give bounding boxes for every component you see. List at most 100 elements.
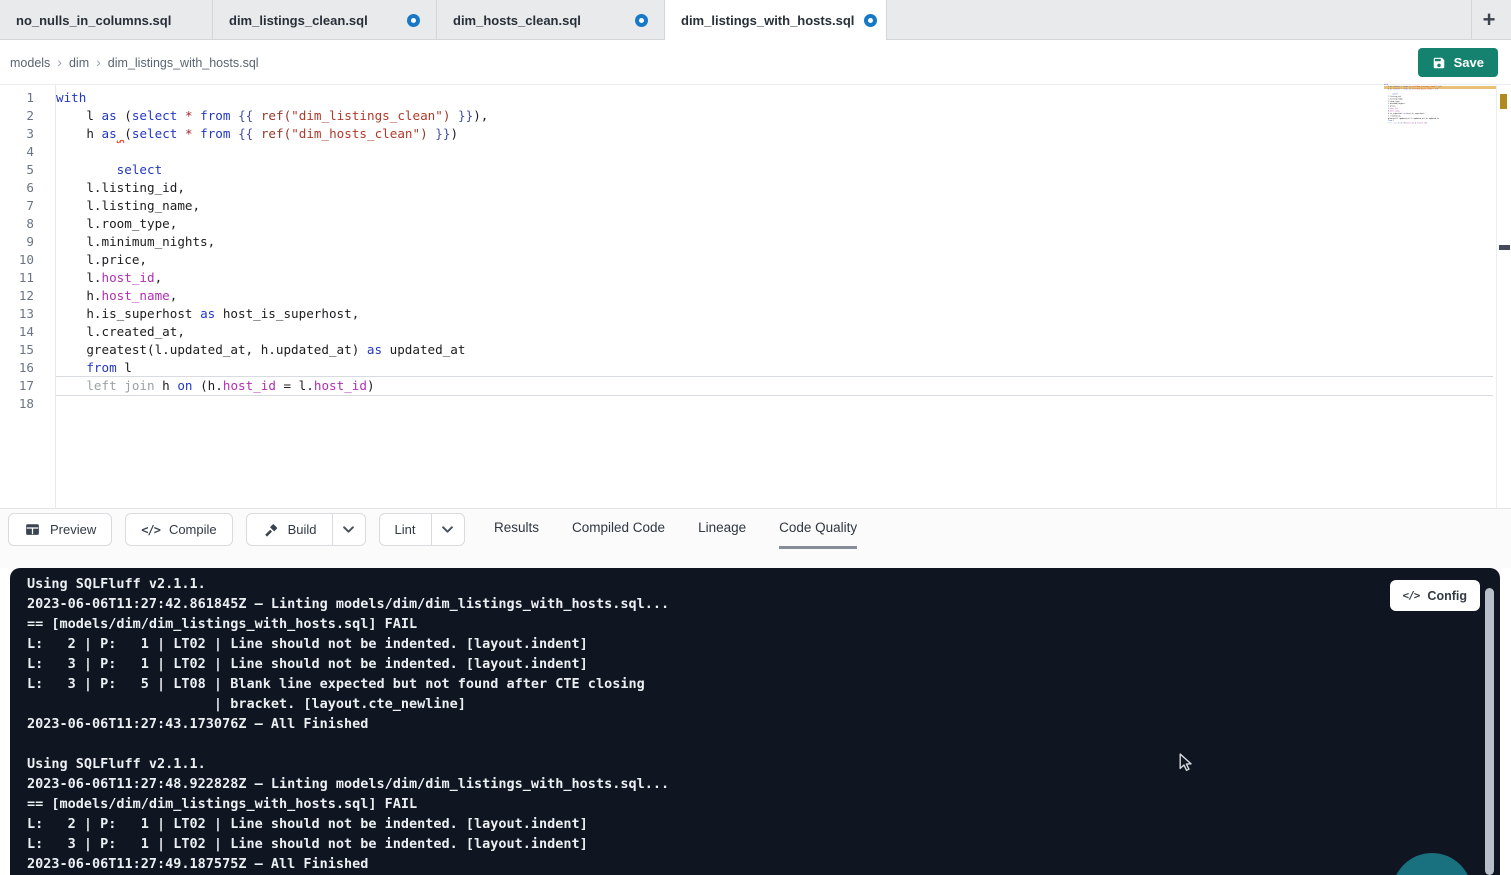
code-line[interactable]: [56, 143, 1493, 161]
terminal-scrollbar[interactable]: [1485, 588, 1494, 875]
build-button-group: Build: [246, 513, 366, 546]
warning-marker: [1500, 94, 1507, 109]
line-number: 7: [0, 197, 55, 215]
scroll-position-marker: [1499, 245, 1510, 250]
chevron-down-icon: [343, 526, 354, 533]
breadcrumb-item: models: [10, 56, 50, 70]
line-number: 13: [0, 305, 55, 323]
preview-button[interactable]: Preview: [8, 513, 112, 546]
code-line[interactable]: l.listing_id,: [56, 179, 1493, 197]
config-button[interactable]: </> Config: [1390, 580, 1480, 611]
table-icon: [24, 521, 41, 538]
line-number: 9: [0, 233, 55, 251]
breadcrumb-item: dim: [69, 56, 89, 70]
editor-tab[interactable]: dim_hosts_clean.sql: [437, 0, 665, 40]
build-button[interactable]: Build: [247, 514, 332, 545]
lint-output-terminal: Using SQLFluff v2.1.1.2023-06-06T11:27:4…: [10, 568, 1500, 875]
line-number: 18: [0, 395, 55, 413]
terminal-line: 2023-06-06T11:27:48.922828Z — Linting mo…: [27, 774, 1500, 794]
panel-tab-list: Results Compiled Code Lineage Code Quality: [494, 509, 857, 549]
compile-button[interactable]: </> Compile: [125, 513, 232, 546]
panel-tab[interactable]: Compiled Code: [572, 509, 665, 549]
unsaved-dot-icon: [407, 14, 420, 27]
panel-tab[interactable]: Code Quality: [779, 509, 857, 549]
line-number: 5: [0, 161, 55, 179]
new-tab-button[interactable]: +: [1473, 4, 1505, 36]
code-line[interactable]: left join h on (h.host_id = l.host_id): [56, 377, 1493, 395]
code-line[interactable]: h.is_superhost as host_is_superhost,: [56, 305, 1493, 323]
terminal-line: 2023-06-06T11:27:42.861845Z — Linting mo…: [27, 594, 1500, 614]
preview-label: Preview: [50, 522, 96, 537]
build-label: Build: [288, 522, 317, 537]
line-number: 6: [0, 179, 55, 197]
code-line[interactable]: [56, 395, 1493, 413]
file-header-bar: models›dim›dim_listings_with_hosts.sql S…: [0, 40, 1511, 85]
line-number: 12: [0, 287, 55, 305]
code-line[interactable]: l.listing_name,: [56, 197, 1493, 215]
tabbar-divider: [1471, 0, 1472, 40]
code-content[interactable]: with l as (select * from {{ ref("dim_lis…: [56, 89, 1493, 413]
save-label: Save: [1454, 55, 1484, 70]
code-line[interactable]: l.created_at,: [56, 323, 1493, 341]
code-line[interactable]: l as (select * from {{ ref("dim_listings…: [56, 107, 1493, 125]
build-dropdown-button[interactable]: [332, 514, 365, 545]
line-number: 11: [0, 269, 55, 287]
terminal-line: L: 3 | P: 1 | LT02 | Line should not be …: [27, 834, 1500, 854]
terminal-line: | bracket. [layout.cte_newline]: [27, 694, 1500, 714]
code-line[interactable]: [1384, 124, 1496, 126]
config-label: Config: [1427, 589, 1467, 603]
line-number: 17: [0, 377, 55, 395]
tab-label: dim_listings_clean.sql: [229, 13, 368, 28]
action-toolbar: Preview </> Compile Build Lint: [8, 513, 465, 546]
panel-tab[interactable]: Results: [494, 509, 539, 549]
plus-icon: +: [1483, 9, 1496, 31]
editor-tab[interactable]: dim_listings_with_hosts.sql: [665, 0, 887, 40]
save-button[interactable]: Save: [1418, 48, 1498, 77]
breadcrumb-separator-icon: ›: [96, 54, 101, 70]
hammer-icon: [262, 521, 279, 538]
line-number: 1: [0, 89, 55, 107]
floppy-icon: [1432, 56, 1446, 70]
tab-strip: no_nulls_in_columns.sql dim_listings_clea…: [0, 0, 1511, 40]
lint-dropdown-button[interactable]: [431, 514, 464, 545]
editor-tab[interactable]: no_nulls_in_columns.sql: [0, 0, 213, 40]
terminal-line: L: 3 | P: 1 | LT02 | Line should not be …: [27, 654, 1500, 674]
code-icon: </>: [141, 523, 160, 537]
line-number: 10: [0, 251, 55, 269]
compile-label: Compile: [169, 522, 217, 537]
code-line[interactable]: from l: [56, 359, 1493, 377]
terminal-line: L: 3 | P: 5 | LT08 | Blank line expected…: [27, 674, 1500, 694]
terminal-line: Using SQLFluff v2.1.1.: [27, 574, 1500, 594]
unsaved-dot-icon: [864, 14, 877, 27]
line-number: 8: [0, 215, 55, 233]
terminal-line: == [models/dim/dim_listings_with_hosts.s…: [27, 614, 1500, 634]
terminal-line: [27, 734, 1500, 754]
code-editor[interactable]: 123456789101112131415161718 with l as (s…: [0, 85, 1511, 509]
overview-ruler[interactable]: [1496, 85, 1511, 508]
bottom-panel-bar: Preview </> Compile Build Lint: [0, 509, 1511, 568]
terminal-line: L: 2 | P: 1 | LT02 | Line should not be …: [27, 634, 1500, 654]
terminal-output: Using SQLFluff v2.1.1.2023-06-06T11:27:4…: [10, 568, 1500, 874]
editor-tab[interactable]: dim_listings_clean.sql: [213, 0, 437, 40]
unsaved-dot-icon: [635, 14, 648, 27]
terminal-line: 2023-06-06T11:27:49.187575Z — All Finish…: [27, 854, 1500, 874]
code-line[interactable]: l.minimum_nights,: [56, 233, 1493, 251]
minimap[interactable]: with l as (select * from {{ ref("dim_lis…: [1384, 83, 1496, 129]
terminal-line: L: 2 | P: 1 | LT02 | Line should not be …: [27, 814, 1500, 834]
line-number: 14: [0, 323, 55, 341]
code-line[interactable]: l.host_id,: [56, 269, 1493, 287]
panel-tab[interactable]: Lineage: [698, 509, 746, 549]
code-line[interactable]: h.host_name,: [56, 287, 1493, 305]
tab-label: dim_listings_with_hosts.sql: [681, 13, 854, 28]
code-line[interactable]: h as (select * from {{ ref("dim_hosts_cl…: [56, 125, 1493, 143]
lint-button[interactable]: Lint: [380, 514, 431, 545]
code-line[interactable]: greatest(l.updated_at, h.updated_at) as …: [56, 341, 1493, 359]
breadcrumb-item: dim_listings_with_hosts.sql: [108, 56, 259, 70]
code-line[interactable]: l.room_type,: [56, 215, 1493, 233]
line-number: 4: [0, 143, 55, 161]
line-number-gutter: 123456789101112131415161718: [0, 89, 55, 413]
code-line[interactable]: l.price,: [56, 251, 1493, 269]
line-number: 15: [0, 341, 55, 359]
code-line[interactable]: select: [56, 161, 1493, 179]
code-line[interactable]: with: [56, 89, 1493, 107]
